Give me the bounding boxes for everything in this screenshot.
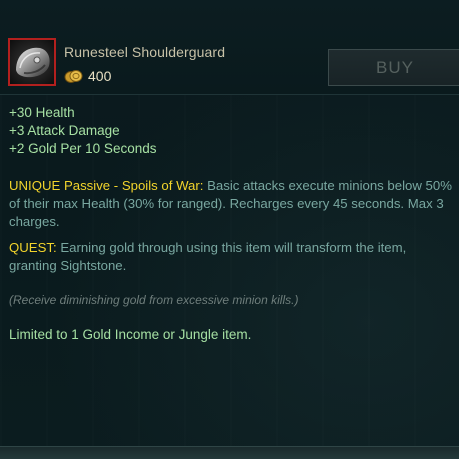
limit-note: Limited to 1 Gold Income or Jungle item.: [9, 327, 252, 342]
buy-button[interactable]: BUY: [328, 49, 459, 86]
passive-description: UNIQUE Passive - Spoils of War: Basic at…: [9, 177, 457, 231]
quest-text: Earning gold through using this item wil…: [9, 240, 407, 273]
item-header: Runesteel Shoulderguard 400 BUY: [0, 0, 459, 95]
stat-gold-per-10: +2 Gold Per 10 Seconds: [9, 141, 157, 156]
cost-value: 400: [88, 68, 112, 84]
item-name: Runesteel Shoulderguard: [64, 44, 226, 60]
bottom-bar: [0, 446, 459, 459]
gold-coin-icon: [64, 70, 83, 83]
stat-health: +30 Health: [9, 105, 75, 120]
quest-label: QUEST:: [9, 240, 57, 255]
shoulderguard-icon[interactable]: [8, 38, 56, 86]
item-tooltip-panel: Runesteel Shoulderguard 400 BUY +30 Heal…: [0, 0, 459, 459]
stat-attack-damage: +3 Attack Damage: [9, 123, 120, 138]
passive-label: UNIQUE Passive - Spoils of War:: [9, 178, 204, 193]
diminishing-gold-note: (Receive diminishing gold from excessive…: [9, 293, 299, 307]
quest-description: QUEST: Earning gold through using this i…: [9, 239, 457, 275]
item-cost: 400: [64, 67, 111, 85]
item-stats: +30 Health +3 Attack Damage +2 Gold Per …: [9, 104, 156, 158]
